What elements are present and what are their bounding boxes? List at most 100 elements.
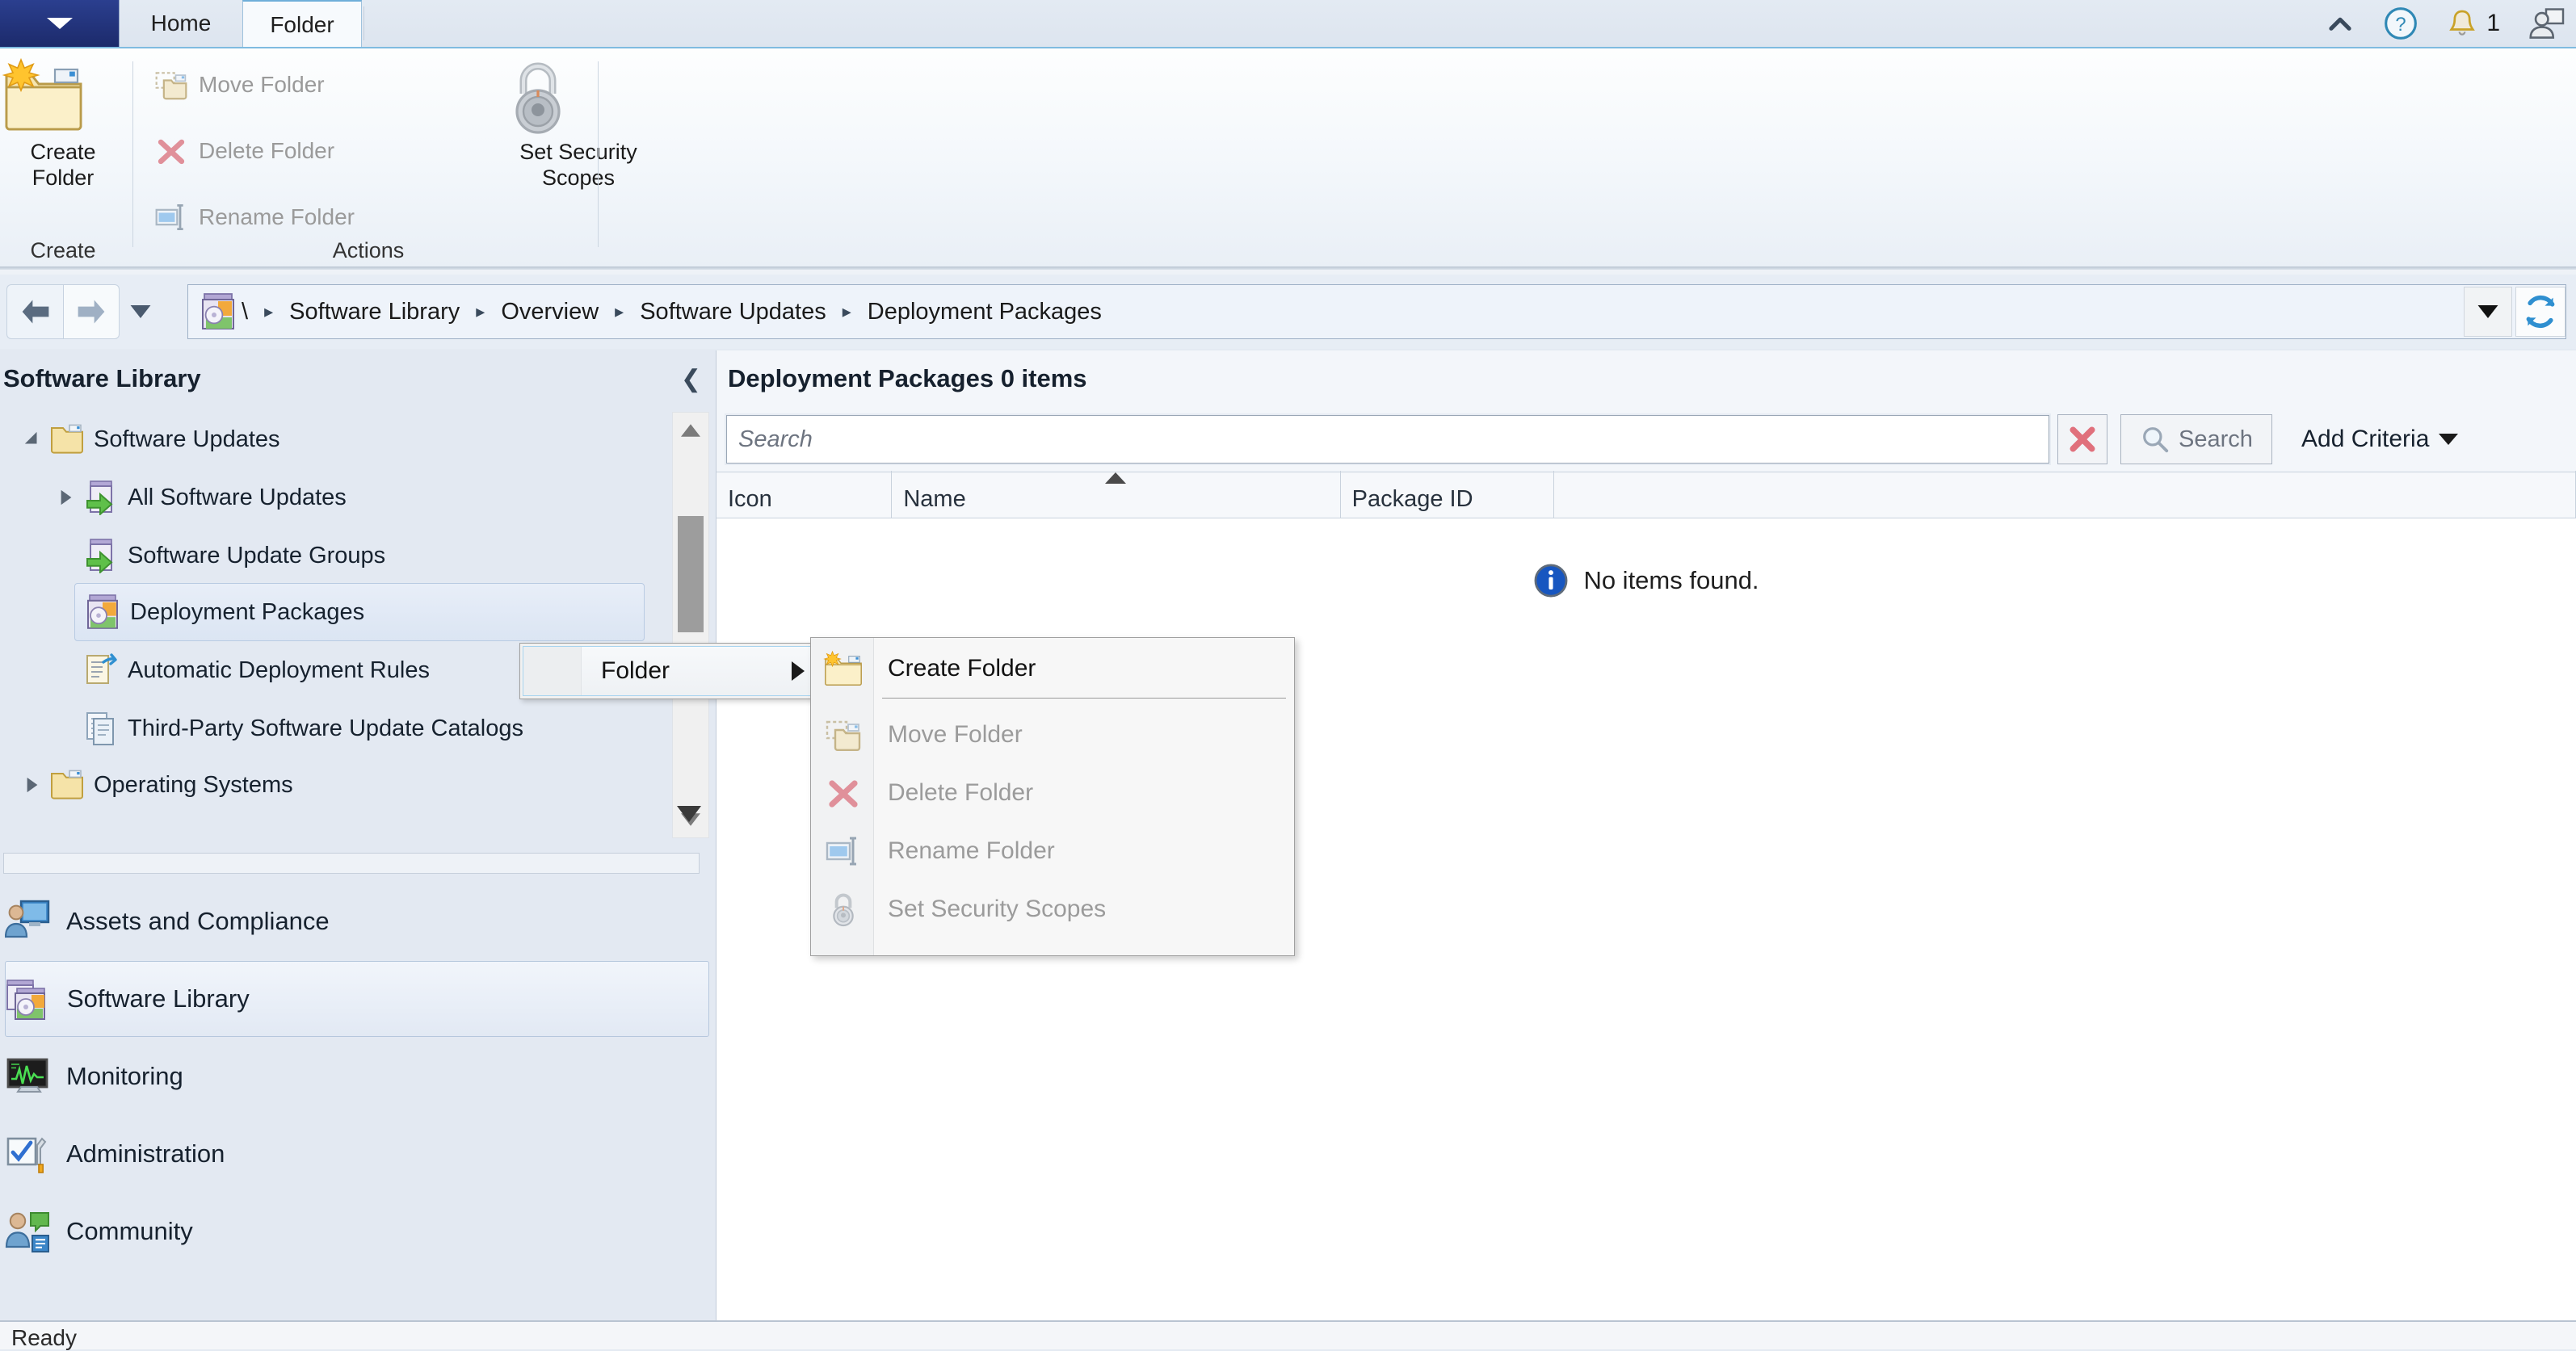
chevron-down-icon [2439, 434, 2458, 445]
set-security-scopes-button[interactable]: Set Security Scopes [498, 55, 659, 191]
sidebar-item-monitoring[interactable]: Monitoring [5, 1038, 709, 1114]
tree-item-operating-systems[interactable]: Operating Systems [15, 756, 293, 814]
search-placeholder: Search [738, 426, 813, 453]
breadcrumb-item-0[interactable]: \ [237, 299, 253, 325]
software-updates-icon [84, 480, 118, 515]
workspace-scroll-down-icon[interactable] [677, 806, 701, 822]
notifications-bell-icon[interactable]: 1 [2446, 6, 2500, 40]
deployment-package-icon [85, 594, 120, 631]
sidebar-item-administration[interactable]: Administration [5, 1116, 709, 1192]
collapse-ribbon-icon[interactable] [2325, 8, 2355, 39]
column-header-name[interactable]: Name [892, 471, 1340, 518]
column-label: Icon [716, 486, 772, 518]
create-folder-button[interactable]: Create Folder [0, 57, 126, 191]
tree-item-all-software-updates[interactable]: All Software Updates [48, 468, 347, 527]
search-button[interactable]: Search [2120, 414, 2272, 464]
rename-folder-label: Rename Folder [199, 204, 355, 230]
chevron-down-icon [47, 18, 73, 29]
history-dropdown-button[interactable] [120, 305, 162, 318]
monitoring-icon [5, 1053, 52, 1100]
submenu-item-move-folder[interactable]: Move Folder [812, 706, 1293, 764]
tree-item-label: Third-Party Software Update Catalogs [128, 715, 523, 742]
expander-collapsed-icon[interactable] [48, 468, 84, 527]
auto-deploy-rules-icon [84, 652, 118, 688]
context-menu-item-label: Folder [601, 657, 670, 685]
empty-state-message: No items found. [1583, 566, 1759, 595]
scroll-up-arrow-icon[interactable] [673, 413, 708, 448]
help-icon[interactable]: ? [2383, 6, 2418, 41]
tree-item-software-update-groups[interactable]: Software Update Groups [84, 527, 385, 585]
sidebar-item-software-library[interactable]: Software Library [5, 961, 709, 1037]
column-header-icon[interactable]: Icon [716, 471, 892, 518]
tree-item-label: Software Updates [94, 426, 280, 453]
sidebar-item-label: Software Library [67, 984, 250, 1013]
delete-folder-button[interactable]: Delete Folder [153, 126, 334, 176]
ribbon: Home Folder ? 1 [0, 0, 2576, 275]
forward-button[interactable] [63, 284, 120, 339]
search-bar: Search Search Add Criteria [716, 407, 2576, 472]
move-folder-label: Move Folder [199, 72, 325, 98]
tree-horizontal-scrollbar[interactable] [3, 853, 700, 874]
clear-search-button[interactable] [2057, 414, 2107, 464]
tree-item-third-party-catalogs[interactable]: Third-Party Software Update Catalogs [84, 699, 523, 757]
sidebar-item-assets-and-compliance[interactable]: Assets and Compliance [5, 883, 709, 959]
ribbon-group-actions: Move Folder Delete Folder [142, 48, 595, 268]
breadcrumb-item-3[interactable]: Software Updates [635, 299, 831, 325]
breadcrumb-item-1[interactable]: Software Library [284, 299, 464, 325]
svg-text:?: ? [2396, 14, 2406, 36]
sidebar-item-label: Assets and Compliance [66, 907, 330, 936]
search-input[interactable]: Search [726, 415, 2049, 464]
folder-icon [50, 769, 84, 801]
back-button[interactable] [6, 284, 63, 339]
list-title: Deployment Packages 0 items [728, 364, 1087, 393]
expander-expanded-icon[interactable] [15, 410, 50, 468]
tab-home-label: Home [151, 10, 212, 36]
left-panel: Software Library ❮ Software Updates [0, 350, 716, 1320]
breadcrumb[interactable]: \ ▸ Software Library ▸ Overview ▸ Softwa… [187, 284, 2566, 339]
refresh-icon[interactable] [2515, 287, 2565, 337]
tree-item-software-updates[interactable]: Software Updates [15, 410, 280, 468]
deployment-package-icon [200, 292, 237, 332]
breadcrumb-item-2[interactable]: Overview [496, 299, 603, 325]
add-criteria-button[interactable]: Add Criteria [2301, 426, 2458, 453]
chevron-left-icon[interactable]: ❮ [681, 365, 701, 393]
column-header-package-id[interactable]: Package ID [1341, 471, 1555, 518]
scrollbar-thumb[interactable] [678, 516, 704, 632]
address-bar: \ ▸ Software Library ▸ Overview ▸ Softwa… [0, 275, 2576, 349]
path-dropdown-button[interactable] [2464, 287, 2512, 337]
user-account-icon[interactable] [2528, 6, 2565, 40]
column-header-spacer[interactable] [1554, 471, 2576, 518]
tree-vertical-scrollbar[interactable] [672, 412, 709, 838]
expander-collapsed-icon[interactable] [15, 756, 50, 814]
breadcrumb-item-4[interactable]: Deployment Packages [863, 299, 1107, 325]
submenu-item-create-folder[interactable]: Create Folder [812, 640, 1293, 698]
ribbon-bottom-border [0, 266, 2576, 270]
application-menu-button[interactable] [0, 0, 120, 47]
menu-gutter [523, 647, 582, 695]
assets-compliance-icon [5, 898, 52, 945]
tree-item-deployment-packages[interactable]: Deployment Packages [74, 583, 645, 641]
column-label: Package ID [1341, 486, 1473, 518]
breadcrumb-right-controls [2464, 284, 2565, 339]
info-icon [1533, 563, 1569, 598]
submenu-item-delete-folder[interactable]: Delete Folder [812, 764, 1293, 822]
empty-state: No items found. [716, 552, 2576, 609]
navigation-buttons [6, 284, 162, 339]
status-text: Ready [11, 1325, 77, 1351]
software-updates-icon [84, 538, 118, 573]
tree-item-automatic-deployment-rules[interactable]: Automatic Deployment Rules [84, 641, 430, 699]
sidebar-item-community[interactable]: Community [5, 1194, 709, 1269]
submenu-item-rename-folder[interactable]: Rename Folder [812, 822, 1293, 880]
submenu-item-set-security-scopes[interactable]: Set Security Scopes [812, 880, 1293, 938]
rename-folder-button[interactable]: Rename Folder [153, 192, 355, 242]
context-menu-item-folder[interactable]: Folder [523, 646, 823, 696]
create-folder-label-line2: Folder [0, 165, 126, 191]
delete-folder-label: Delete Folder [199, 138, 334, 164]
tab-folder[interactable]: Folder [242, 0, 362, 47]
ribbon-group-create-label: Create [0, 238, 126, 263]
create-folder-label-line1: Create [0, 139, 126, 165]
page-title: Software Library [3, 364, 201, 393]
search-button-label: Search [2179, 426, 2253, 453]
move-folder-button[interactable]: Move Folder [153, 60, 325, 110]
tab-home[interactable]: Home [121, 0, 241, 47]
